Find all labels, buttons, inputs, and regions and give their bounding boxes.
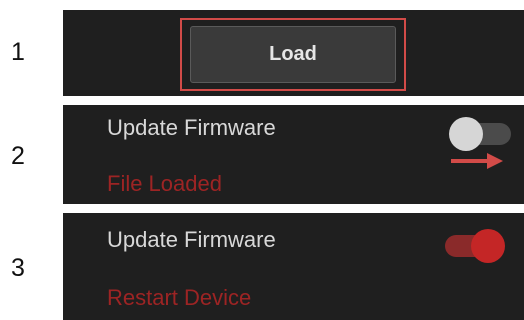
step-number-2: 2 [11,142,25,170]
step-number-3: 3 [11,254,25,282]
toggle-knob [471,229,505,263]
update-firmware-toggle[interactable] [445,229,505,263]
firmware-status-text: File Loaded [107,171,222,196]
step-1-panel: Load [63,10,524,96]
update-firmware-label: Update Firmware [107,115,276,140]
firmware-status-text: Restart Device [107,285,252,310]
right-arrow-icon [451,153,503,169]
load-button[interactable]: Load [190,26,396,83]
load-button-highlight: Load [180,18,406,91]
step-2-panel: Update Firmware File Loaded [63,105,524,204]
step-3-panel: Update Firmware Restart Device [63,213,524,320]
toggle-knob [449,117,483,151]
update-firmware-toggle[interactable] [449,117,511,151]
step-number-1: 1 [11,38,25,66]
update-firmware-label: Update Firmware [107,227,276,252]
